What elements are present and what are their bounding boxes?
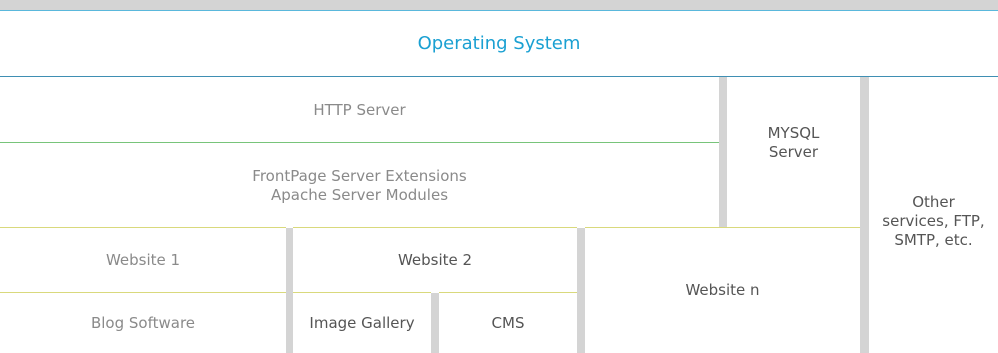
image-gallery-block: Image Gallery: [293, 292, 431, 353]
operating-system-layer: Operating System: [0, 10, 998, 77]
website-2-label: Website 2: [397, 251, 473, 269]
website-n-label: Website n: [685, 281, 760, 299]
cms-block: CMS: [439, 292, 577, 353]
other-services-label: Other services, FTP, SMTP, etc.: [882, 192, 985, 249]
server-extensions-layer: FrontPage Server Extensions Apache Serve…: [0, 142, 719, 228]
http-server-label: HTTP Server: [313, 100, 406, 119]
cms-label: CMS: [491, 313, 525, 332]
blog-software-label: Blog Software: [90, 313, 196, 332]
website-2-block: Website 2: [293, 227, 577, 293]
website-n-block: Website n: [585, 227, 860, 353]
website-1-block: Website 1: [0, 227, 286, 293]
server-extensions-label: FrontPage Server Extensions Apache Serve…: [252, 166, 467, 204]
software-stack-diagram: Operating System HTTP Server FrontPage S…: [0, 0, 998, 353]
mysql-server-label: MYSQL Server: [767, 124, 820, 161]
blog-software-block: Blog Software: [0, 292, 286, 353]
operating-system-label: Operating System: [417, 33, 581, 54]
other-services-block: Other services, FTP, SMTP, etc.: [869, 77, 998, 353]
mysql-server-block: MYSQL Server: [727, 77, 860, 228]
http-server-layer: HTTP Server: [0, 77, 719, 143]
image-gallery-label: Image Gallery: [309, 313, 415, 332]
website-1-label: Website 1: [105, 251, 181, 269]
